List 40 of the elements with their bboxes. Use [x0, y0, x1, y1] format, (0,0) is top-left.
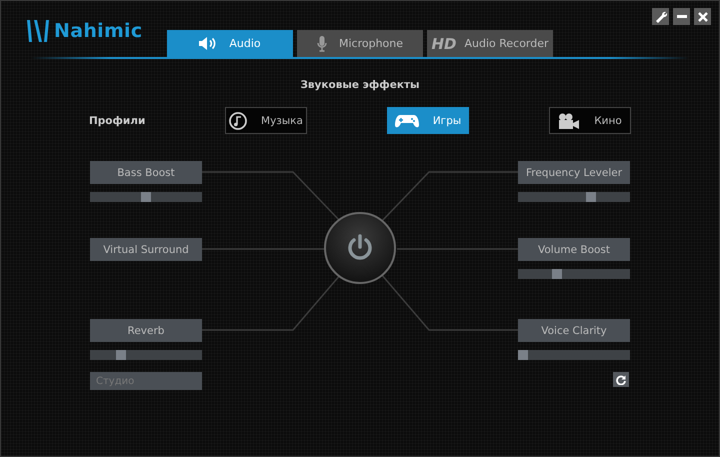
tab[interactable]: Microphone [297, 30, 423, 57]
profile-button[interactable]: Кино [549, 107, 631, 134]
app-logo-text: Nahimic [54, 20, 142, 42]
section-title: Звуковые эффекты [300, 79, 420, 91]
power-button[interactable] [324, 212, 396, 284]
logo-icon [27, 20, 49, 42]
settings-button[interactable] [652, 8, 669, 25]
minimize-button[interactable] [673, 8, 690, 25]
tab[interactable]: Audio [167, 30, 293, 57]
reset-button[interactable] [613, 372, 629, 387]
slider-thumb[interactable] [552, 269, 562, 279]
slider-thumb[interactable] [586, 192, 596, 202]
microphone-icon [316, 36, 327, 52]
tab[interactable]: HD Audio Recorder [427, 30, 553, 57]
music-note-icon [229, 112, 248, 130]
movie-camera-icon [558, 112, 580, 128]
slider-thumb[interactable] [141, 192, 151, 202]
refresh-icon [616, 374, 626, 384]
slider-thumb[interactable] [518, 350, 528, 360]
effect-slider[interactable] [518, 192, 630, 202]
wrench-icon [654, 10, 666, 22]
effect-slider[interactable] [90, 192, 202, 202]
effect-button[interactable]: Bass Boost [90, 161, 202, 184]
gamepad-icon [394, 114, 419, 128]
slider-thumb[interactable] [116, 350, 126, 360]
effect-slider[interactable] [90, 350, 202, 360]
close-button[interactable] [694, 8, 711, 25]
profiles-label: Профили [89, 114, 146, 126]
effect-button[interactable]: Reverb [90, 319, 202, 342]
speaker-icon [199, 37, 218, 50]
effect-slider[interactable] [518, 350, 630, 360]
close-icon [698, 12, 708, 22]
profile-button[interactable]: Музыка [225, 107, 307, 134]
effect-button[interactable]: Volume Boost [518, 238, 630, 261]
effect-button[interactable]: Voice Clarity [518, 319, 630, 342]
effect-button[interactable]: Virtual Surround [90, 238, 202, 261]
profile-button[interactable]: Игры [387, 107, 469, 134]
effect-button[interactable]: Frequency Leveler [518, 161, 630, 184]
effect-slider[interactable] [518, 269, 630, 279]
minimize-icon [676, 15, 686, 18]
